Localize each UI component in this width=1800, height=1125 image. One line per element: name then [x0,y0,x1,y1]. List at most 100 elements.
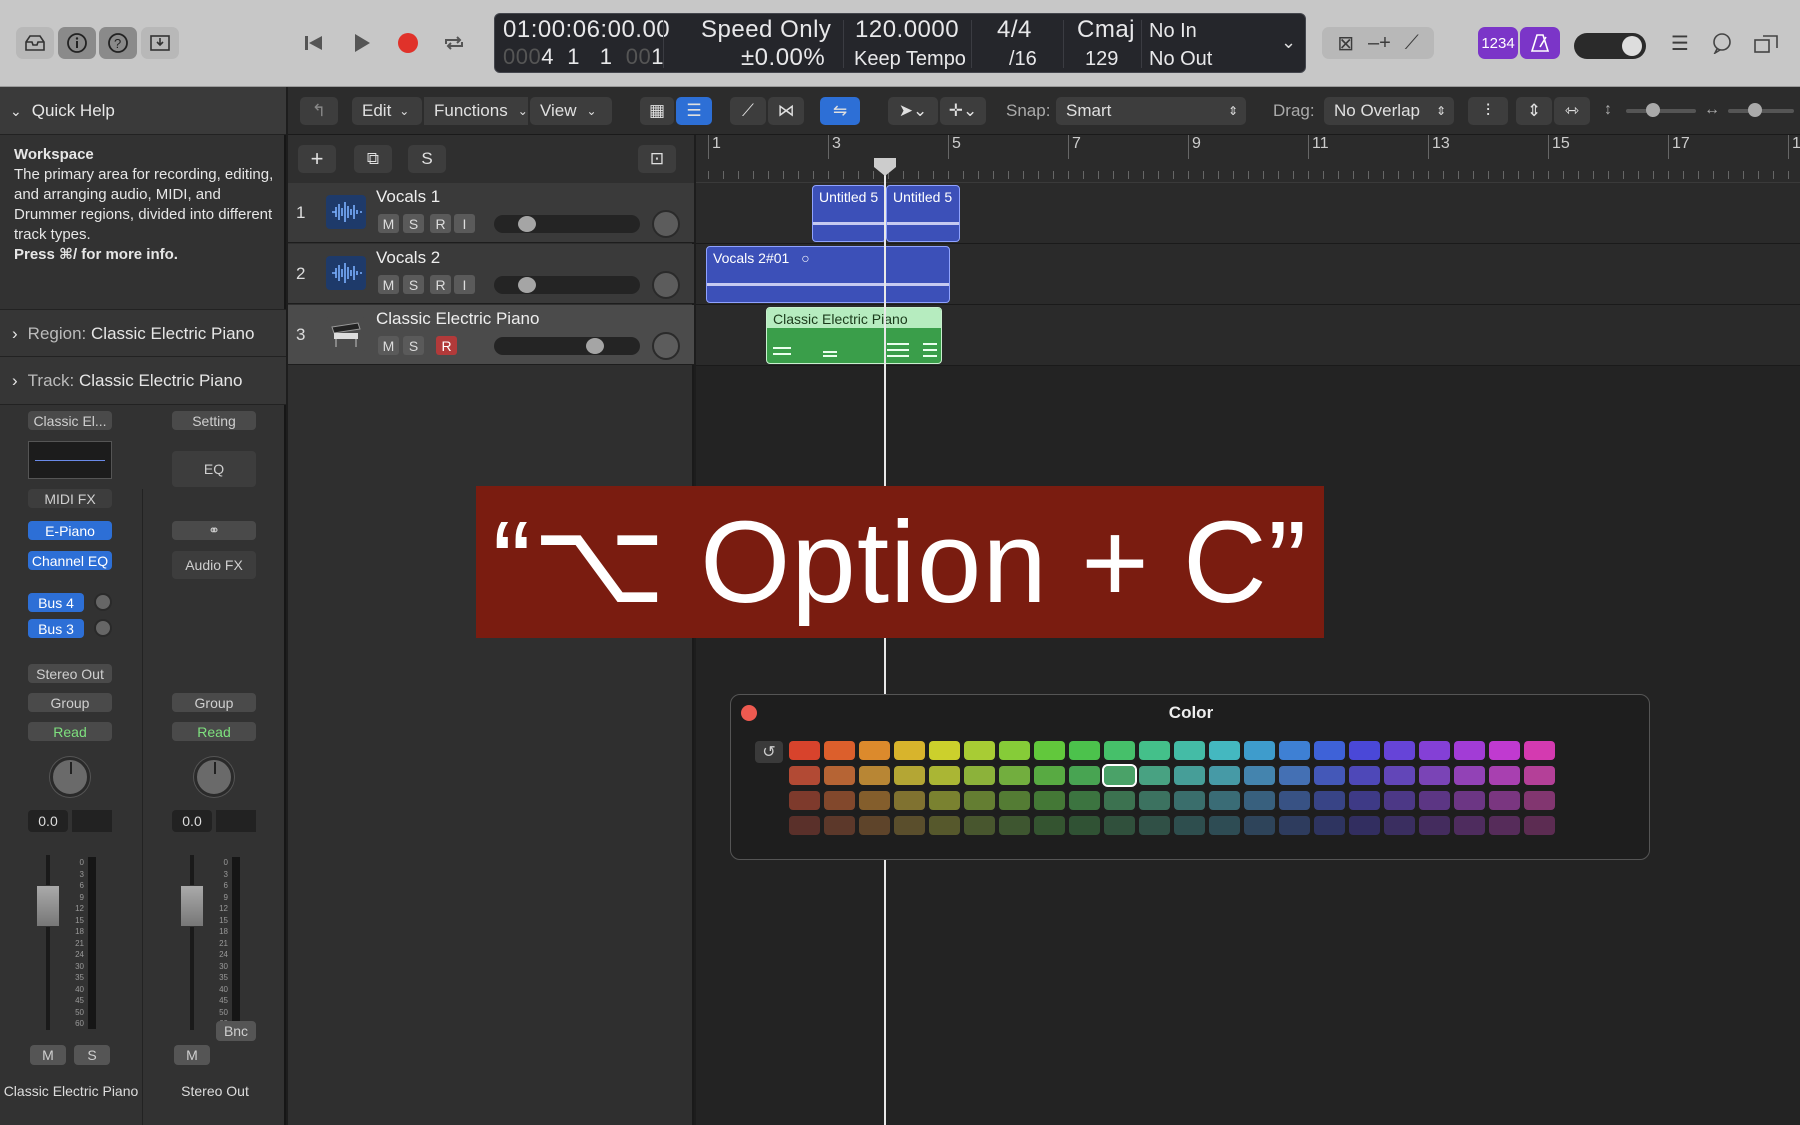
color-swatch[interactable] [1524,791,1555,810]
view-menu[interactable]: View ⌄ [530,97,612,125]
audio-region[interactable]: Untitled 5 [886,185,960,242]
color-swatch[interactable] [824,741,855,760]
lcd-dropdown-icon[interactable]: ⌄ [1281,32,1296,53]
color-swatch[interactable] [1104,791,1135,810]
color-swatch[interactable] [1349,741,1380,760]
color-swatch[interactable] [1174,791,1205,810]
color-swatch[interactable] [1244,741,1275,760]
color-swatch[interactable] [1069,741,1100,760]
color-swatch[interactable] [894,791,925,810]
color-swatch[interactable] [1314,816,1345,835]
color-swatch[interactable] [1034,766,1065,785]
library-button[interactable] [16,27,54,59]
volume-value[interactable]: 0.0 [172,810,212,832]
color-swatch[interactable] [1104,816,1135,835]
low-latency-toggle[interactable] [1574,33,1646,59]
instrument-slot[interactable]: E-Piano [28,521,112,540]
mute-button[interactable]: M [378,214,399,233]
color-swatch[interactable] [894,766,925,785]
color-swatch[interactable] [1489,816,1520,835]
send-level-knob[interactable] [94,619,112,637]
reset-color-icon[interactable]: ↺ [755,741,783,763]
color-swatch[interactable] [1104,741,1135,760]
track-header-1[interactable]: 1 Vocals 1 M S R I [288,183,694,243]
solo-button[interactable]: S [403,214,424,233]
input-monitor-button[interactable]: I [454,214,475,233]
color-swatch[interactable] [1244,766,1275,785]
tracks-area[interactable]: Untitled 5 Untitled 5 Vocals 2#01 ○ Clas… [696,183,1800,1125]
midi-region[interactable]: Classic Electric Piano [766,307,942,364]
color-swatch[interactable] [1279,766,1310,785]
input-monitor-button[interactable]: I [454,275,475,294]
quick-help-button[interactable]: ? [99,27,137,59]
color-swatch[interactable] [1524,816,1555,835]
color-swatch[interactable] [999,741,1030,760]
color-swatch[interactable] [929,816,960,835]
track-name[interactable]: Vocals 2 [376,248,440,268]
color-swatch[interactable] [999,816,1030,835]
color-swatch[interactable] [1174,816,1205,835]
snap-select[interactable]: Smart ⇕ [1056,97,1246,125]
command-tool-icon[interactable]: ✛⌄ [940,97,986,125]
track-header-3[interactable]: 3 Classic Electric Piano M S R [288,305,694,365]
color-swatch[interactable] [1419,766,1450,785]
color-swatch[interactable] [1174,741,1205,760]
send-level-knob[interactable] [94,593,112,611]
track-volume-slider[interactable] [494,276,640,294]
color-swatch[interactable] [1314,741,1345,760]
color-swatch[interactable] [1139,816,1170,835]
color-swatch[interactable] [894,741,925,760]
eq-thumbnail[interactable] [28,441,112,479]
color-swatch[interactable] [859,816,890,835]
track-pan-knob[interactable] [652,332,680,360]
edit-menu[interactable]: Edit ⌄ [352,97,422,125]
mute-button[interactable]: M [174,1045,210,1065]
track-pan-knob[interactable] [652,210,680,238]
color-swatch[interactable] [1489,741,1520,760]
region-inspector-header[interactable]: › Region: Classic Electric Piano [0,309,286,357]
playhead[interactable] [884,160,886,1125]
track-volume-slider[interactable] [494,337,640,355]
pan-knob[interactable] [50,757,90,797]
color-swatch[interactable] [1209,766,1240,785]
color-swatch[interactable] [1524,766,1555,785]
volume-fader[interactable] [36,885,60,927]
count-in-button[interactable]: 1234 [1478,27,1518,59]
notes-icon[interactable] [1704,27,1740,59]
color-swatch[interactable] [859,766,890,785]
bar-ruler[interactable]: 135791113151719 [696,135,1800,183]
go-up-icon[interactable]: ↰ [300,97,338,125]
play-icon[interactable] [344,27,380,59]
color-swatch[interactable] [1279,741,1310,760]
horizontal-zoom-slider[interactable] [1728,103,1794,117]
color-swatch[interactable] [1069,791,1100,810]
mute-button[interactable]: M [378,336,399,355]
color-swatch[interactable] [824,791,855,810]
color-swatch[interactable] [1279,816,1310,835]
mute-button[interactable]: M [30,1045,66,1065]
metronome-icon[interactable] [1520,27,1560,59]
send-bus4[interactable]: Bus 4 [28,593,84,612]
color-swatch[interactable] [1139,791,1170,810]
color-swatch[interactable] [999,766,1030,785]
color-swatch[interactable] [859,741,890,760]
color-swatch[interactable] [929,766,960,785]
color-swatch[interactable] [789,791,820,810]
tuner-icon[interactable]: ⟋ [1405,32,1419,55]
color-swatch[interactable] [894,816,925,835]
pointer-tool-icon[interactable]: ➤⌄ [888,97,938,125]
color-swatch[interactable] [1174,766,1205,785]
color-swatch[interactable] [929,791,960,810]
color-swatch[interactable] [1209,791,1240,810]
rewind-icon[interactable] [296,27,332,59]
volume-fader[interactable] [180,885,204,927]
color-swatch[interactable] [1419,741,1450,760]
color-swatch[interactable] [789,816,820,835]
color-swatch[interactable] [1454,741,1485,760]
color-swatch[interactable] [1419,816,1450,835]
color-swatch[interactable] [1244,791,1275,810]
color-swatch[interactable] [1454,791,1485,810]
track-pan-knob[interactable] [652,271,680,299]
color-swatch[interactable] [1139,741,1170,760]
duplicate-track-icon[interactable]: ⧉ [354,145,392,173]
